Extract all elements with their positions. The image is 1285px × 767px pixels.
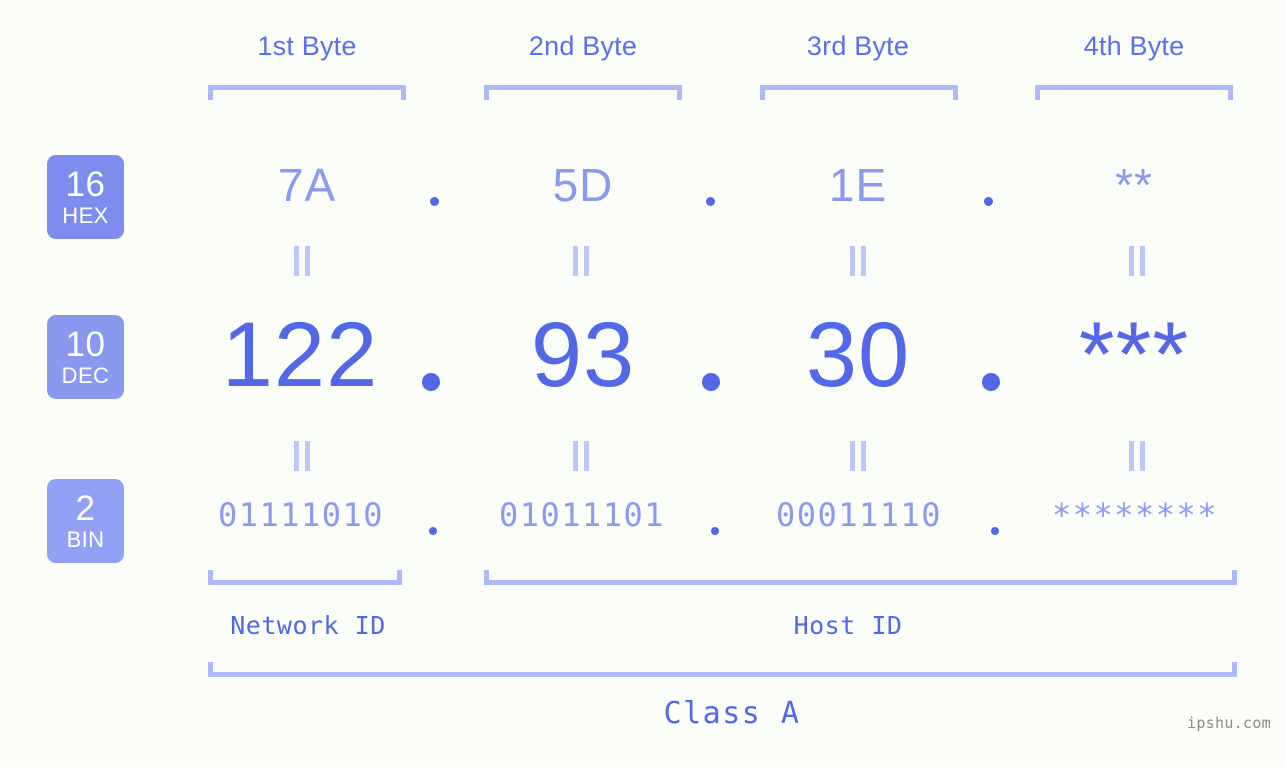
hex-dot-separator-2	[706, 197, 715, 206]
radix-badge-hex-number: 16	[65, 165, 106, 204]
radix-badge-dec: 10 DEC	[47, 315, 124, 399]
ip-byte-breakdown-diagram: 1st Byte 2nd Byte 3rd Byte 4th Byte 16 H…	[0, 0, 1285, 767]
bin-value-byte-4: ********	[1051, 496, 1219, 534]
byte-bracket-top-2	[484, 85, 682, 100]
radix-badge-bin-number: 2	[75, 489, 96, 528]
equals-connector-hex-dec-3	[849, 246, 867, 276]
byte-bracket-top-3	[760, 85, 958, 100]
hex-value-byte-3: 1E	[828, 159, 888, 211]
radix-badge-dec-label: DEC	[61, 363, 110, 388]
dec-dot-separator-3	[982, 373, 1000, 391]
radix-badge-bin: 2 BIN	[47, 479, 124, 563]
class-bracket	[208, 662, 1237, 677]
equals-connector-dec-bin-4	[1128, 441, 1146, 471]
byte-bracket-top-4	[1035, 85, 1233, 100]
hex-value-byte-1: 7A	[277, 159, 337, 211]
equals-connector-dec-bin-2	[572, 441, 590, 471]
bin-value-byte-3: 00011110	[775, 496, 943, 534]
dec-value-byte-2: 93	[530, 304, 636, 406]
host-id-bracket	[484, 570, 1237, 585]
radix-badge-bin-label: BIN	[66, 527, 105, 552]
hex-value-byte-2: 5D	[552, 159, 614, 211]
hex-dot-separator-1	[430, 197, 439, 206]
bin-dot-separator-3	[991, 527, 999, 535]
bin-value-byte-1: 01111010	[217, 496, 385, 534]
radix-badge-dec-number: 10	[65, 325, 106, 364]
bin-value-byte-2: 01011101	[498, 496, 666, 534]
site-watermark: ipshu.com	[1187, 714, 1271, 732]
dec-value-byte-4: ***	[1078, 304, 1190, 406]
radix-badge-hex: 16 HEX	[47, 155, 124, 239]
network-id-bracket	[208, 570, 402, 585]
dec-dot-separator-1	[422, 373, 440, 391]
bin-dot-separator-2	[711, 527, 719, 535]
equals-connector-hex-dec-2	[572, 246, 590, 276]
byte-header-1: 1st Byte	[257, 31, 357, 61]
equals-connector-dec-bin-1	[293, 441, 311, 471]
byte-bracket-top-1	[208, 85, 406, 100]
dec-value-byte-1: 122	[221, 304, 379, 406]
byte-header-2: 2nd Byte	[528, 31, 638, 61]
equals-connector-dec-bin-3	[849, 441, 867, 471]
radix-badge-hex-label: HEX	[62, 203, 109, 228]
dec-dot-separator-2	[702, 373, 720, 391]
equals-connector-hex-dec-4	[1128, 246, 1146, 276]
hex-dot-separator-3	[984, 197, 993, 206]
equals-connector-hex-dec-1	[293, 246, 311, 276]
hex-value-byte-4: **	[1115, 159, 1153, 211]
host-id-label: Host ID	[793, 611, 903, 640]
network-id-label: Network ID	[230, 611, 386, 640]
byte-header-3: 3rd Byte	[806, 31, 910, 61]
byte-header-4: 4th Byte	[1083, 31, 1185, 61]
class-label: Class A	[663, 696, 801, 731]
dec-value-byte-3: 30	[805, 304, 911, 406]
bin-dot-separator-1	[429, 527, 437, 535]
